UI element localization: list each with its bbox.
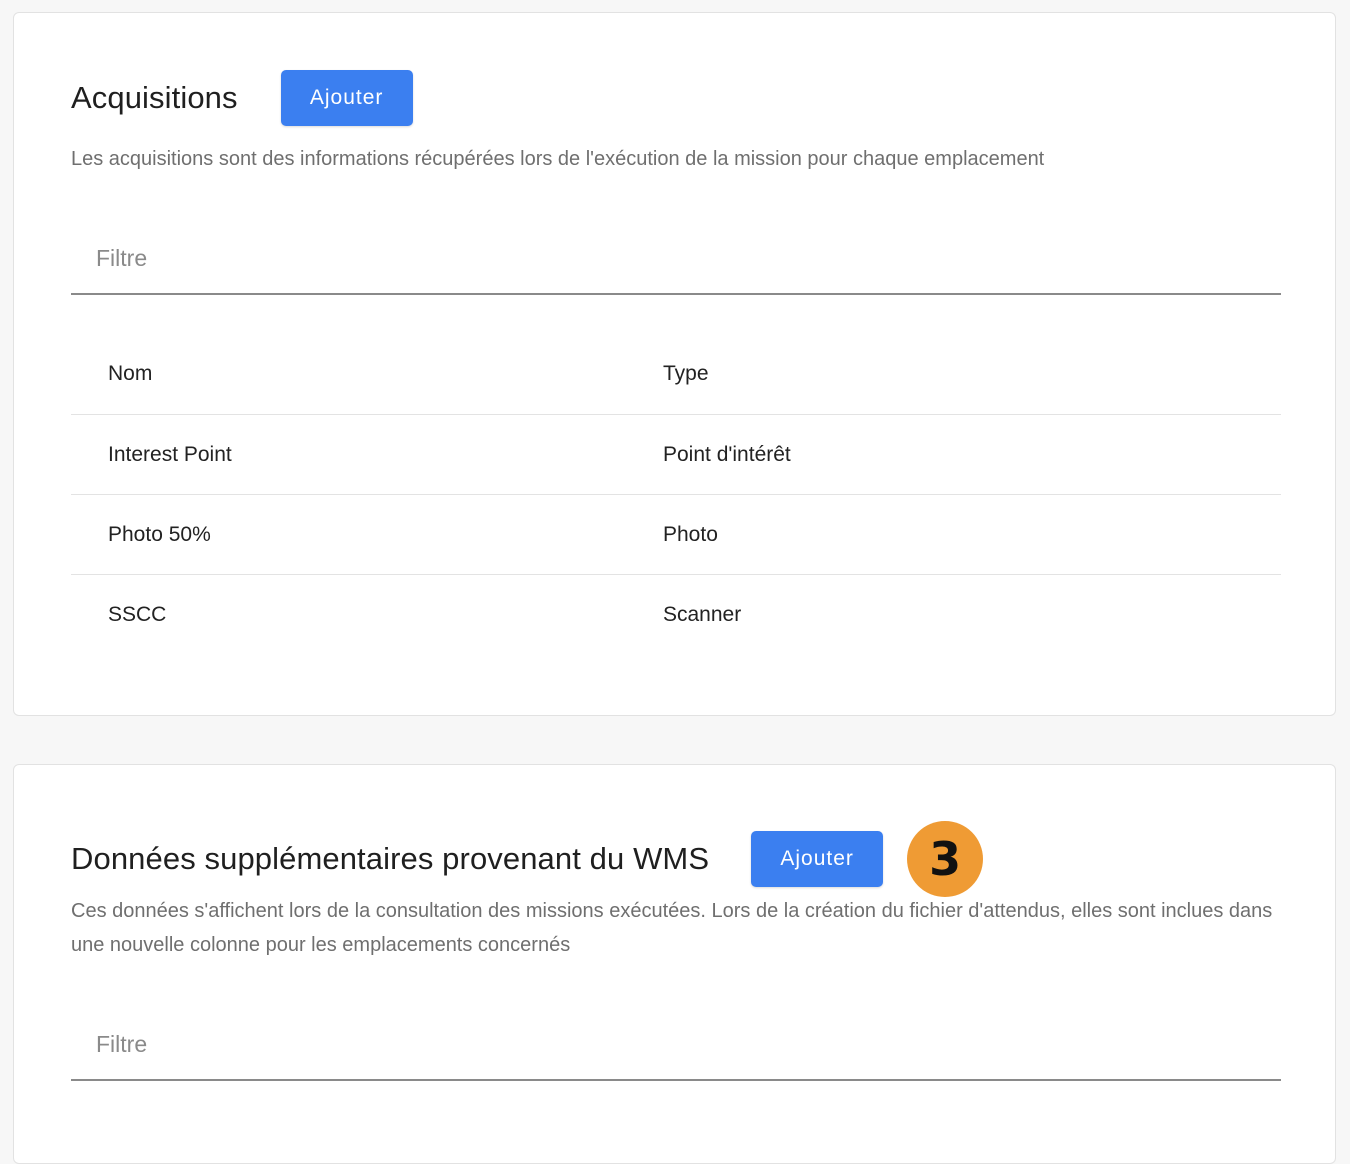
add-wms-data-button[interactable]: Ajouter [751, 831, 884, 887]
wms-data-filter-field [71, 1009, 1281, 1081]
table-row[interactable]: Interest Point Point d'intérêt [71, 415, 1281, 495]
row-name-cell: SSCC [108, 603, 167, 626]
acquisitions-header: Acquisitions Ajouter [71, 70, 413, 126]
acquisitions-description: Les acquisitions sont des informations r… [71, 148, 1045, 170]
acquisitions-table: Nom Type Interest Point Point d'intérêt … [71, 333, 1281, 655]
row-name-cell: Interest Point [108, 442, 232, 466]
wms-data-description: Ces données s'affichent lors de la consu… [71, 900, 1273, 956]
row-type-cell: Scanner [663, 603, 742, 626]
wms-data-filter-input[interactable] [71, 1009, 1281, 1079]
step-number-badge: 3 [907, 821, 984, 897]
table-row[interactable]: Photo 50% Photo [71, 495, 1281, 575]
wms-data-title: Données supplémentaires provenant du WMS [71, 841, 710, 876]
table-header-row: Nom Type [71, 333, 1281, 415]
acquisitions-card: Acquisitions Ajouter Les acquisitions so… [13, 12, 1336, 716]
acquisitions-filter-field [71, 223, 1281, 295]
acquisitions-filter-input[interactable] [71, 223, 1281, 293]
row-name-cell: Photo 50% [108, 522, 211, 546]
wms-data-card: Données supplémentaires provenant du WMS… [13, 764, 1336, 1164]
column-header-name[interactable]: Nom [71, 362, 663, 386]
row-type-cell: Photo [663, 522, 718, 546]
table-row[interactable]: SSCC Scanner [71, 575, 1281, 655]
wms-data-header: Données supplémentaires provenant du WMS… [71, 821, 984, 897]
acquisitions-title: Acquisitions [71, 80, 238, 115]
column-header-type[interactable]: Type [663, 362, 1281, 386]
add-acquisition-button[interactable]: Ajouter [280, 70, 413, 126]
row-type-cell: Point d'intérêt [663, 442, 791, 466]
